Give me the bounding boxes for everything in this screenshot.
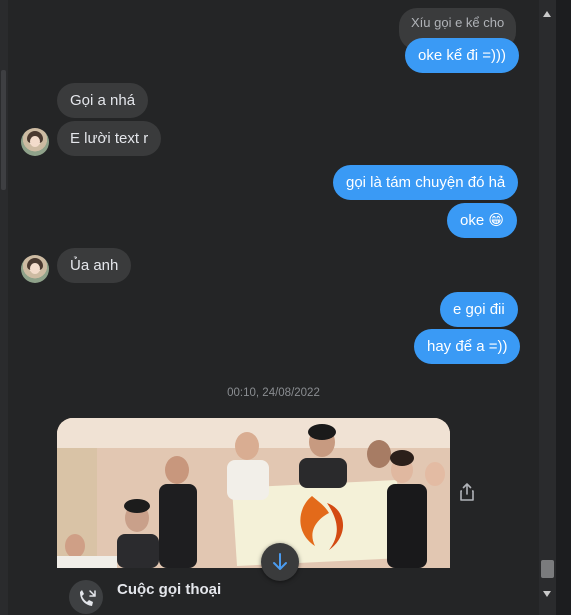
message-list: Xíu gọi e kể cho oke kể đi =))) Gọi a nh… <box>8 0 539 615</box>
message-text: Ủa anh <box>70 257 119 274</box>
message-text: Gọi a nhá <box>70 92 136 109</box>
message-text: oke kể đi =))) <box>418 47 506 64</box>
message-timestamp: 00:10, 24/08/2022 <box>227 387 320 399</box>
shared-photo[interactable] <box>57 418 450 568</box>
message-text: hay để a =)) <box>427 338 508 355</box>
call-message[interactable]: Cuộc gọi thoại <box>57 568 450 615</box>
message-scrollbar[interactable] <box>539 0 556 615</box>
message-text: E lười text r <box>70 130 149 147</box>
group-photo-image <box>57 418 450 568</box>
message-bubble-incoming[interactable]: Gọi a nhá <box>57 83 149 118</box>
message-text: oke 😁 <box>460 212 504 229</box>
scroll-down-arrow-icon[interactable] <box>543 591 551 597</box>
message-bubble-outgoing[interactable]: hay để a =)) <box>414 329 521 364</box>
call-title: Cuộc gọi thoại <box>117 581 222 598</box>
message-bubble-incoming[interactable]: Ủa anh <box>57 248 132 283</box>
missed-call-icon <box>69 580 103 614</box>
message-bubble-incoming[interactable]: E lười text r <box>57 121 162 156</box>
message-bubble-outgoing[interactable]: gọi là tám chuyện đó hả <box>333 165 519 200</box>
message-bubble-outgoing[interactable]: oke kể đi =))) <box>405 38 519 73</box>
message-text: gọi là tám chuyện đó hả <box>346 174 506 191</box>
arrow-down-icon <box>273 553 287 570</box>
outer-scrollbar-thumb[interactable] <box>1 70 6 190</box>
outer-scrollbar[interactable] <box>0 0 8 615</box>
scroll-to-bottom-button[interactable] <box>261 543 299 581</box>
contact-avatar[interactable] <box>21 128 49 156</box>
scrollbar-thumb[interactable] <box>541 560 554 578</box>
reply-preview-text: Xíu gọi e kể cho <box>411 15 505 30</box>
message-bubble-outgoing[interactable]: oke 😁 <box>447 203 517 238</box>
window-edge <box>556 0 571 615</box>
contact-avatar[interactable] <box>21 255 49 283</box>
message-text: e gọi đii <box>453 301 505 318</box>
share-icon[interactable] <box>459 483 475 501</box>
scrollbar-track[interactable] <box>541 20 554 580</box>
scroll-up-arrow-icon[interactable] <box>543 11 551 17</box>
message-bubble-outgoing[interactable]: e gọi đii <box>440 292 518 327</box>
